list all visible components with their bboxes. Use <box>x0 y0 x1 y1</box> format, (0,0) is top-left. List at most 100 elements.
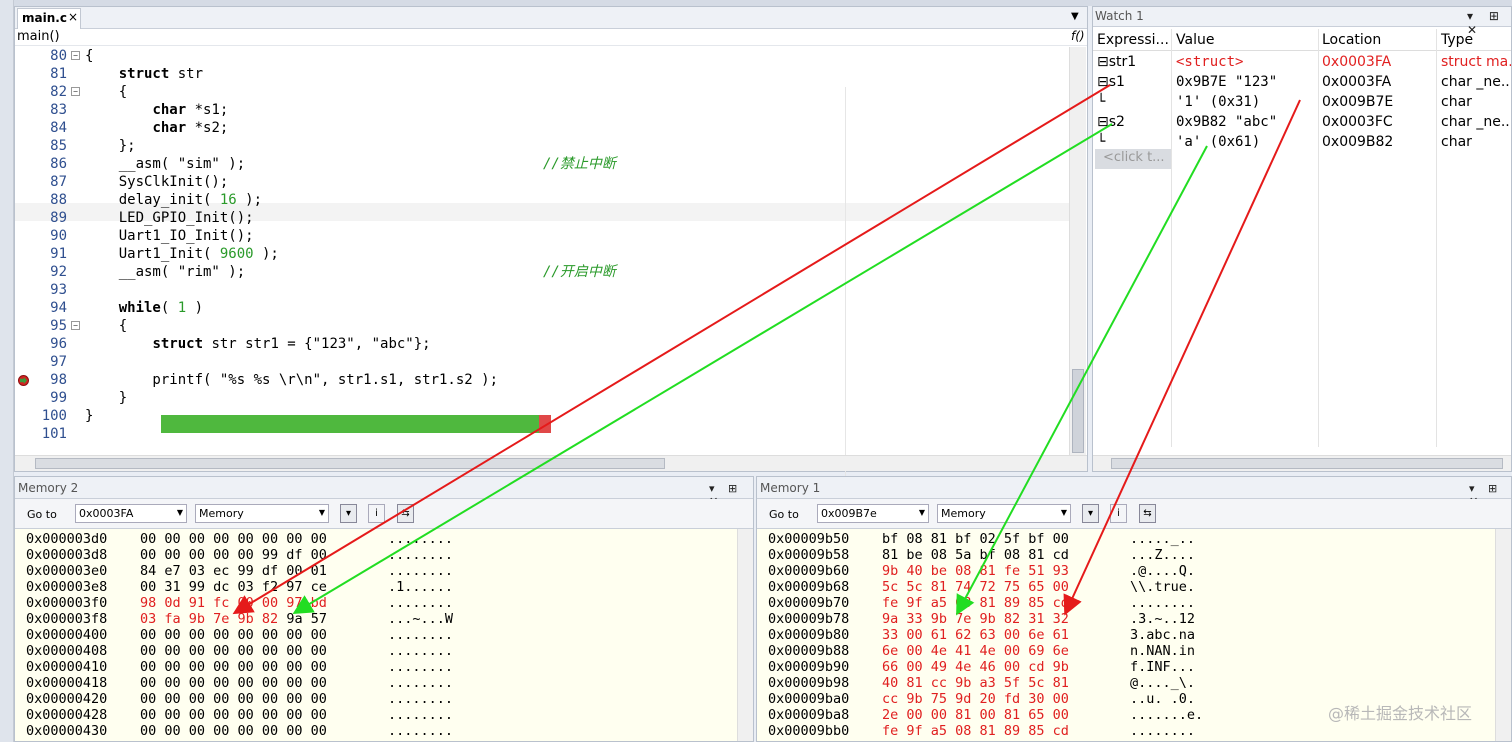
chevron-down-icon[interactable]: ▼ <box>1061 508 1067 517</box>
code-line[interactable]: 99 } <box>15 389 1069 407</box>
watch-row[interactable]: ⊟s1 0x9B7E "123" 0x0003FA char _ne... <box>1093 72 1511 92</box>
watch-expression: ⊟str1 <box>1097 54 1137 70</box>
memory-bytes: 5c 5c 81 74 72 75 65 00 <box>882 579 1069 595</box>
memory-bytes: 66 00 49 4e 46 00 cd 9b <box>882 659 1069 675</box>
memory-ascii: ........ <box>388 707 454 723</box>
fold-toggle-icon[interactable]: − <box>71 321 80 330</box>
fold-toggle-icon[interactable]: − <box>71 87 80 96</box>
watch-row[interactable]: ⊟s2 0x9B82 "abc" 0x0003FC char _ne... <box>1093 112 1511 132</box>
code-line[interactable]: 81 struct str <box>15 65 1069 83</box>
memory-address: 0x00009b90 <box>768 659 850 675</box>
tab-main-c[interactable]: main.c × <box>17 8 81 29</box>
memory-ascii: .......e. <box>1130 707 1204 723</box>
watch-row[interactable]: └ '1' (0x31) 0x009B7E char <box>1093 92 1511 112</box>
column-location[interactable]: Location <box>1322 32 1381 48</box>
column-value[interactable]: Value <box>1176 32 1214 48</box>
memory-vertical-scrollbar[interactable] <box>1495 529 1511 741</box>
line-number: 93 <box>50 282 67 298</box>
code-text: __asm( "sim" ); <box>85 156 246 172</box>
watermark: @稀土掘金技术社区 <box>1328 704 1473 723</box>
code-line[interactable]: 84 char *s2; <box>15 119 1069 137</box>
code-line[interactable]: 101 <box>15 425 1069 443</box>
goto-address-input[interactable]: 0x009B7e ▼ <box>817 504 929 523</box>
refresh-memory-icon[interactable]: ⇆ <box>397 504 414 523</box>
memory-address: 0x000003e0 <box>26 563 108 579</box>
memory-vertical-scrollbar[interactable] <box>737 529 753 741</box>
info-icon[interactable]: i <box>368 504 385 523</box>
code-area[interactable]: 80−{81 struct str 82− {83 char *s1; 84 cha… <box>15 47 1069 495</box>
memory-ascii: ........ <box>388 531 454 547</box>
code-line[interactable]: 93 <box>15 281 1069 299</box>
code-line[interactable]: 97 <box>15 353 1069 371</box>
code-line[interactable]: 87 SysClkInit(); <box>15 173 1069 191</box>
code-line[interactable]: 90 Uart1_IO_Init(); <box>15 227 1069 245</box>
code-line[interactable]: 80−{ <box>15 47 1069 65</box>
editor-horizontal-scrollbar[interactable] <box>15 455 1087 471</box>
column-expression[interactable]: Expressi... <box>1097 32 1169 48</box>
code-text: delay_init( 16 ); <box>85 192 263 208</box>
watch-value: <struct> <box>1176 54 1244 70</box>
memory-ascii: f.INF... <box>1130 659 1196 675</box>
code-line[interactable]: 88 delay_init( 16 ); <box>15 191 1069 209</box>
code-text: char *s1; <box>152 102 229 118</box>
memory-bytes: 00 00 00 00 00 99 df 00 <box>140 547 327 563</box>
code-line[interactable]: 96 struct str str1 = {"123", "abc"}; <box>15 335 1069 353</box>
code-line[interactable]: 94 while( 1 ) <box>15 299 1069 317</box>
code-text: printf( "%s %s \r\n", str1.s1, str1.s2 )… <box>85 372 499 388</box>
watch-row[interactable]: ⊟str1<struct>0x0003FAstruct ma... <box>1093 52 1511 72</box>
column-type[interactable]: Type <box>1441 32 1473 48</box>
function-icon[interactable]: f() <box>1071 29 1085 43</box>
workspace-side-tab[interactable] <box>0 0 14 742</box>
memory-address: 0x00009ba8 <box>768 707 850 723</box>
info-icon[interactable]: i <box>1110 504 1127 523</box>
display-format-button[interactable]: ▾ <box>340 504 357 523</box>
scroll-thumb[interactable] <box>1072 369 1084 453</box>
watch-value: 0x9B7E "123" <box>1176 74 1278 90</box>
refresh-memory-icon[interactable]: ⇆ <box>1139 504 1156 523</box>
memory-ascii: @...._\. <box>1130 675 1196 691</box>
goto-address-input[interactable]: 0x0003FA ▼ <box>75 504 187 523</box>
memory-address: 0x00009b68 <box>768 579 850 595</box>
memory-bytes: 33 00 61 62 63 00 6e 61 <box>882 627 1069 643</box>
line-number: 92 <box>50 264 67 280</box>
memory-ascii: ...~...W <box>388 611 454 627</box>
memory-bytes-tail: 9a 57 <box>278 611 327 627</box>
close-icon[interactable]: × <box>68 10 78 24</box>
scroll-thumb[interactable] <box>35 458 665 469</box>
display-format-button[interactable]: ▾ <box>1082 504 1099 523</box>
code-text: struct str <box>118 66 204 82</box>
add-watch-placeholder[interactable]: <click t... <box>1095 149 1171 169</box>
code-line[interactable]: 89 LED_GPIO_Init(); <box>15 209 1069 227</box>
memory-ascii: ........ <box>388 723 454 739</box>
code-line[interactable]: 82− { <box>15 83 1069 101</box>
code-line[interactable]: 100} <box>15 407 1069 425</box>
chevron-down-icon[interactable]: ▼ <box>919 508 925 517</box>
current-function-label[interactable]: main() <box>17 29 60 44</box>
fold-toggle-icon[interactable]: − <box>71 51 80 60</box>
memory-2-grid[interactable]: 0x000003d0 00 00 00 00 00 00 00 00.......… <box>15 529 737 741</box>
code-line[interactable]: 86 __asm( "sim" ); //禁止中断 <box>15 155 1069 173</box>
memory-ascii: ........ <box>388 675 454 691</box>
line-number: 100 <box>41 408 67 424</box>
memory-bytes: 9a 33 9b 7e 9b 82 31 32 <box>882 611 1069 627</box>
memory-zone-select[interactable]: Memory ▼ <box>937 504 1071 523</box>
chevron-down-icon[interactable]: ▼ <box>177 508 183 517</box>
chevron-down-icon[interactable]: ▼ <box>1071 11 1079 22</box>
watch-expression: ⊟s1 <box>1097 74 1125 90</box>
scroll-thumb[interactable] <box>1111 458 1503 469</box>
goto-label: Go to <box>27 508 57 521</box>
chevron-down-icon[interactable]: ▼ <box>319 508 325 517</box>
memory-ascii: .1...... <box>388 579 454 595</box>
editor-vertical-scrollbar[interactable] <box>1069 47 1086 455</box>
memory-address: 0x00009b58 <box>768 547 850 563</box>
code-line[interactable]: 83 char *s1; <box>15 101 1069 119</box>
watch-horizontal-scrollbar[interactable] <box>1093 455 1511 471</box>
code-line[interactable]: 92 __asm( "rim" ); //开启中断 <box>15 263 1069 281</box>
code-line[interactable]: 85 }; <box>15 137 1069 155</box>
line-number: 98 <box>50 372 67 388</box>
watch-type: char <box>1441 134 1472 150</box>
code-line[interactable]: 98 printf( "%s %s \r\n", str1.s1, str1.s… <box>15 371 1069 389</box>
code-line[interactable]: 95− { <box>15 317 1069 335</box>
code-line[interactable]: 91 Uart1_Init( 9600 ); <box>15 245 1069 263</box>
memory-zone-select[interactable]: Memory ▼ <box>195 504 329 523</box>
